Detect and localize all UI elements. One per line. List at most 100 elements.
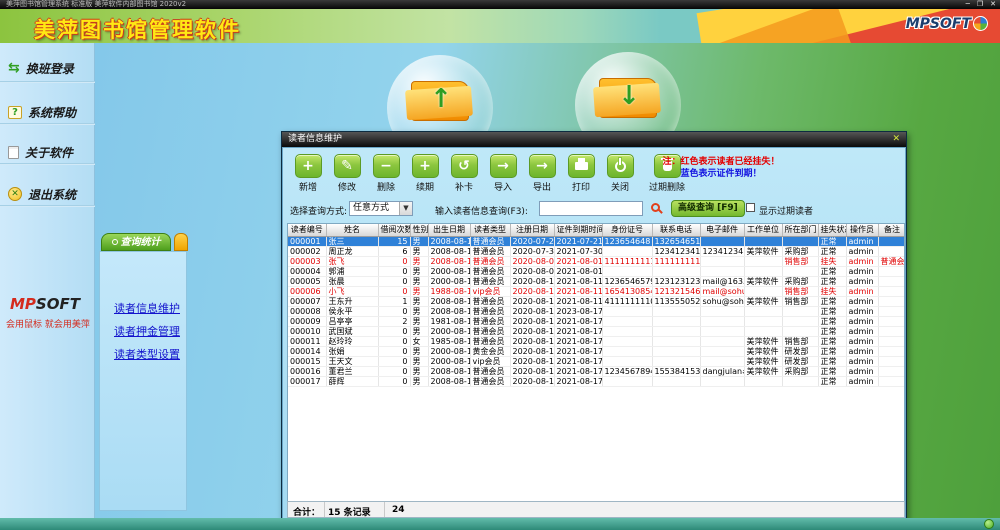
table-row[interactable]: 000006小飞0男1988-08-1vip会员2020-08-112021-0… [288, 286, 905, 296]
新增-button[interactable]: +新增 [291, 154, 325, 193]
status-dot-icon [984, 519, 994, 529]
cell-note [878, 376, 905, 386]
cell-company: 美萍软件 [744, 246, 782, 256]
cell-type: 普通会员 [470, 366, 510, 376]
cell-dept: 研发部 [782, 346, 818, 356]
cell-birth: 2000-08-1 [428, 356, 470, 366]
table-row[interactable]: 000010武国斌0男2000-08-1普通会员2020-08-172021-0… [288, 326, 905, 336]
table-row[interactable]: 000004郭浦0男2000-08-1普通会员2020-08-012021-08… [288, 266, 905, 276]
cell-dept [782, 266, 818, 276]
sidebar-logo: MPSOFT [10, 295, 80, 313]
table-row[interactable]: 000011赵玲玲0女1985-08-1普通会员2020-08-172021-0… [288, 336, 905, 346]
sidebar-item-1[interactable]: ⇆换班登录 [8, 55, 92, 81]
advanced-query-button[interactable]: 高级查询 [F9] [671, 200, 745, 217]
column-header[interactable]: 借阅次数 [378, 224, 410, 236]
print-icon [568, 154, 595, 178]
sidebar-item-4[interactable]: ✕退出系统 [8, 181, 92, 207]
dialog-title: 读者信息维护 [288, 134, 342, 144]
sidebar-item-3[interactable]: 关于软件 [8, 139, 92, 165]
cell-company [744, 256, 782, 266]
table-row[interactable]: 000008侯永平0男2008-08-1普通会员2020-08-172023-0… [288, 306, 905, 316]
删除-button[interactable]: −删除 [369, 154, 403, 193]
cell-type: 普通会员 [470, 336, 510, 346]
续期-button[interactable]: +续期 [408, 154, 442, 193]
cell-gender: 男 [410, 236, 428, 246]
minimize-button[interactable]: ─ [966, 0, 970, 9]
dialog-titlebar[interactable]: 读者信息维护 ✕ [282, 132, 906, 147]
toolbar-button-label: 过期删除 [642, 180, 692, 193]
column-header[interactable]: 身份证号 [602, 224, 652, 236]
divider [0, 123, 95, 125]
cell-phone [652, 266, 700, 276]
cell-idcard [602, 326, 652, 336]
cell-times: 6 [378, 246, 410, 256]
table-row[interactable]: 000017薛辉0男2008-08-1普通会员2020-08-172021-08… [288, 376, 905, 386]
cell-dept: 销售部 [782, 256, 818, 266]
cell-times: 0 [378, 276, 410, 286]
cell-status: 正常 [818, 346, 846, 356]
table-row[interactable]: 000001张三15男2008-08-1普通会员2020-07-262021-0… [288, 236, 905, 246]
cell-reg: 2020-08-11 [510, 296, 554, 306]
dialog-close-icon[interactable]: ✕ [892, 132, 900, 147]
column-header[interactable]: 性别 [410, 224, 428, 236]
cell-name: 董君兰 [326, 366, 378, 376]
column-header[interactable]: 姓名 [326, 224, 378, 236]
cell-email [700, 376, 744, 386]
cell-id: 000003 [288, 256, 326, 266]
table-row[interactable]: 000016董君兰0男2008-08-1普通会员2020-08-172021-0… [288, 366, 905, 376]
column-header[interactable]: 操作员 [846, 224, 878, 236]
table-row[interactable]: 000014张娟0男2000-08-1黄金会员2020-08-172021-08… [288, 346, 905, 356]
column-header[interactable]: 备注 [878, 224, 905, 236]
tab-query-statistics[interactable]: 查询统计 [101, 233, 171, 251]
table-row[interactable]: 000002周正龙6男2008-08-1普通会员2020-07-302021-0… [288, 246, 905, 256]
search-icon[interactable] [651, 203, 660, 212]
column-header[interactable]: 挂失状态 [818, 224, 846, 236]
nav-link-3[interactable]: 读者类型设置 [114, 346, 186, 362]
cell-id: 000017 [288, 376, 326, 386]
divider [384, 502, 385, 517]
sidebar-item-2[interactable]: ?系统帮助 [8, 99, 92, 125]
导出-button[interactable]: →导出 [525, 154, 559, 193]
cell-status: 正常 [818, 326, 846, 336]
cell-note [878, 366, 905, 376]
close-button[interactable]: ✕ [990, 0, 996, 9]
cell-company [744, 286, 782, 296]
cell-phone: 12312312312 [652, 276, 700, 286]
补卡-button[interactable]: ↺补卡 [447, 154, 481, 193]
导入-button[interactable]: →导入 [486, 154, 520, 193]
query-input[interactable] [539, 201, 643, 216]
show-expired-checkbox[interactable] [746, 203, 755, 212]
cell-note [878, 266, 905, 276]
column-header[interactable]: 联系电话 [652, 224, 700, 236]
cell-phone [652, 316, 700, 326]
nav-link-2[interactable]: 读者押金管理 [114, 323, 186, 339]
column-header[interactable]: 工作单位 [744, 224, 782, 236]
sidebar-item-label: 退出系统 [28, 186, 76, 203]
column-header[interactable]: 读者编号 [288, 224, 326, 236]
reissue-icon: ↺ [451, 154, 478, 178]
tab-hidden-orange[interactable] [174, 233, 188, 251]
toolbar-button-label: 关闭 [603, 180, 637, 193]
cell-dept: 采购部 [782, 276, 818, 286]
nav-link-1[interactable]: 读者信息维护 [114, 300, 186, 316]
column-header[interactable]: 所在部门 [782, 224, 818, 236]
column-header[interactable]: 读者类型 [470, 224, 510, 236]
table-row[interactable]: 000003张飞0男2008-08-1普通会员2020-08-012021-08… [288, 256, 905, 266]
column-header[interactable]: 出生日期 [428, 224, 470, 236]
打印-button[interactable]: 打印 [564, 154, 598, 193]
table-row[interactable]: 000007王东升1男2008-08-1普通会员2020-08-112021-0… [288, 296, 905, 306]
app-header: 美萍图书馆管理软件 MPSOFT [0, 9, 1000, 43]
window-titlebar: 美萍图书馆管理系统 标准版 美萍软件内部图书馆 2020v2 ─ ❐ ✕ [0, 0, 1000, 9]
table-row[interactable]: 000005张晨0男2000-08-1普通会员2020-08-112021-08… [288, 276, 905, 286]
column-header[interactable]: 证件到期时间 [554, 224, 602, 236]
column-header[interactable]: 注册日期 [510, 224, 554, 236]
修改-button[interactable]: ✎修改 [330, 154, 364, 193]
table-row[interactable]: 000009吕亭亭2男1981-08-1普通会员2020-08-172021-0… [288, 316, 905, 326]
maximize-button[interactable]: ❐ [977, 0, 983, 9]
table-row[interactable]: 000015王天文0男2000-08-1vip会员2020-08-172021-… [288, 356, 905, 366]
cell-birth: 2008-08-1 [428, 376, 470, 386]
query-mode-select[interactable]: 任意方式▼ [349, 201, 413, 216]
cell-company [744, 326, 782, 336]
cell-operator: admin [846, 376, 878, 386]
column-header[interactable]: 电子邮件 [700, 224, 744, 236]
